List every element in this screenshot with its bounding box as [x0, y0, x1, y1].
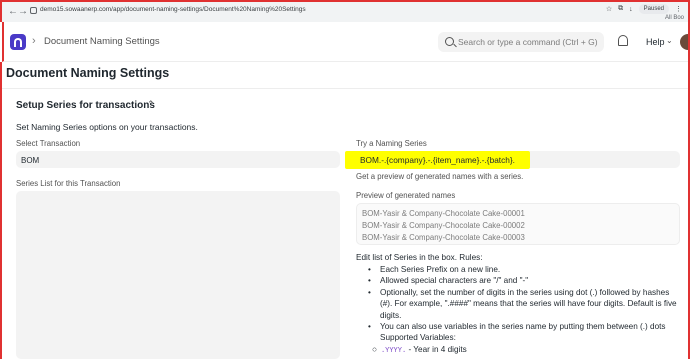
series-list-textarea[interactable]: [16, 191, 340, 359]
try-series-value: BOM.-.{company}.-.{item_name}.-.{batch}.: [360, 155, 515, 165]
breadcrumb[interactable]: Document Naming Settings: [44, 36, 160, 47]
select-transaction-field[interactable]: BOM: [16, 151, 340, 168]
app-navbar: › Document Naming Settings Search or typ…: [2, 22, 690, 62]
page-title: Document Naming Settings: [6, 66, 170, 80]
search-input[interactable]: Search or type a command (Ctrl + G): [438, 32, 604, 52]
supported-variables-label: Supported Variables:: [380, 333, 456, 343]
address-bar[interactable]: demo15.sowaanerp.com/app/document-naming…: [30, 4, 306, 16]
chevron-down-icon[interactable]: ⌄: [666, 36, 673, 45]
preview-line: BOM-Yasir & Company-Chocolate Cake-00002: [362, 221, 525, 230]
app-logo[interactable]: [10, 34, 26, 50]
list-item: • You can also use variables in the serie…: [368, 322, 666, 343]
extensions-icon[interactable]: ⧉: [618, 5, 623, 13]
section-title[interactable]: Setup Series for transactions: [16, 100, 155, 111]
list-item: • Each Series Prefix on a new line.: [368, 265, 501, 274]
forward-icon[interactable]: →: [18, 6, 28, 18]
site-info-icon[interactable]: [30, 6, 37, 14]
rules-list: • Each Series Prefix on a new line. • Allo…: [368, 264, 680, 344]
preview-line: BOM-Yasir & Company-Chocolate Cake-00003: [362, 233, 525, 242]
notification-bell-icon[interactable]: [618, 35, 628, 46]
chevron-right-icon: ›: [32, 35, 36, 47]
preview-box: BOM-Yasir & Company-Chocolate Cake-00001…: [356, 203, 680, 245]
preview-label: Preview of generated names: [356, 191, 456, 200]
download-icon[interactable]: ↓: [629, 6, 633, 13]
preview-line: BOM-Yasir & Company-Chocolate Cake-00001: [362, 209, 525, 218]
list-item: • Allowed special characters are "/" and …: [368, 276, 529, 286]
search-icon: [445, 37, 454, 46]
section-description: Set Naming Series options on your transa…: [16, 122, 198, 132]
series-list-label: Series List for this Transaction: [16, 179, 121, 188]
list-item: • Optionally, set the number of digits in…: [368, 287, 677, 320]
profile-status[interactable]: Paused: [638, 4, 669, 14]
browser-toolbar: ← → demo15.sowaanerp.com/app/document-na…: [0, 0, 690, 22]
search-placeholder: Search or type a command (Ctrl + G): [458, 37, 598, 47]
variable-list-item: ○ .YYYY. - Year in 4 digits: [372, 345, 467, 355]
back-icon[interactable]: ←: [8, 6, 18, 18]
select-transaction-label: Select Transaction: [16, 139, 81, 148]
try-series-label: Try a Naming Series: [356, 139, 427, 148]
rules-intro: Edit list of Series in the box. Rules:: [356, 253, 483, 262]
menu-icon[interactable]: ⋮: [675, 5, 682, 13]
url-text: demo15.sowaanerp.com/app/document-naming…: [40, 6, 306, 13]
star-icon[interactable]: ☆: [606, 5, 612, 13]
try-series-help: Get a preview of generated names with a …: [356, 172, 524, 181]
help-dropdown[interactable]: Help: [646, 37, 665, 47]
all-bookmarks-link[interactable]: All Boo: [665, 15, 684, 21]
variable-code: .YYYY.: [380, 347, 407, 355]
chevron-up-icon[interactable]: ⌃: [147, 99, 155, 110]
variable-description: - Year in 4 digits: [408, 345, 467, 354]
